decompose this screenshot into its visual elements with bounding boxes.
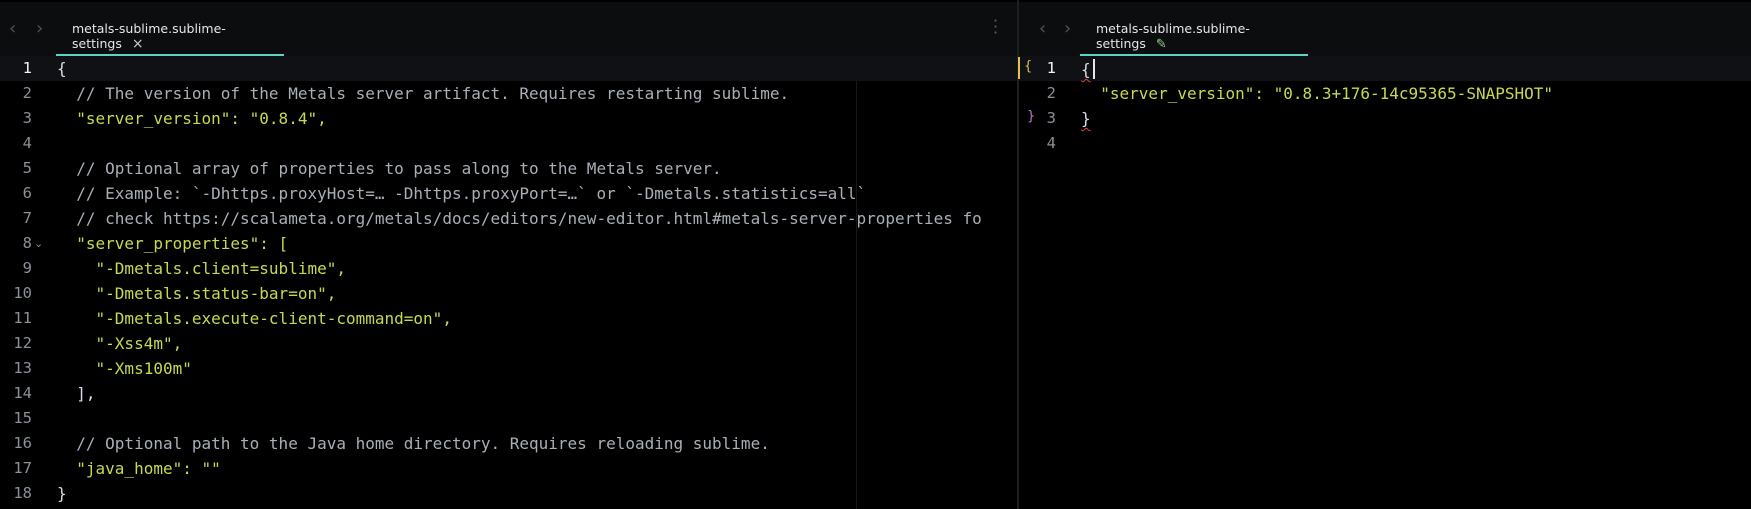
code-text: "server_version": "0.8.3+176-14c95365-SN… xyxy=(1081,84,1554,103)
code-line[interactable]: 18 } xyxy=(0,481,1017,506)
code-text: "-Dmetals.status-bar=on", xyxy=(57,284,337,303)
code-line[interactable]: 5 // Optional array of properties to pas… xyxy=(0,156,1017,181)
right-editor-pane: ‹ › metals-sublime.sublime-settings ✎ { 1… xyxy=(1019,0,1751,509)
code-text: } xyxy=(1081,109,1091,128)
line-number: 2 xyxy=(22,84,32,102)
line-number: 9 xyxy=(22,259,32,277)
line-number: 12 xyxy=(13,334,32,352)
code-line[interactable]: 1 { xyxy=(0,56,1017,81)
code-text: } xyxy=(57,484,67,503)
code-line[interactable]: 14 ], xyxy=(0,381,1017,406)
tab-title: metals-sublime.sublime-settings xyxy=(1096,21,1250,51)
line-number: 4 xyxy=(22,134,32,152)
left-tab-settings[interactable]: metals-sublime.sublime-settings × xyxy=(56,2,284,56)
code-line[interactable]: 17 "java_home": "" xyxy=(0,456,1017,481)
pencil-icon: ✎ xyxy=(1155,37,1167,52)
code-line[interactable]: 6 // Example: `-Dhttps.proxyHost=… -Dhtt… xyxy=(0,181,1017,206)
code-text: { xyxy=(57,59,67,78)
text-cursor xyxy=(1092,59,1095,79)
line-number: 11 xyxy=(13,309,32,327)
code-text: // Optional path to the Java home direct… xyxy=(57,434,770,453)
modified-line-marker xyxy=(1018,57,1020,79)
right-tab-settings[interactable]: metals-sublime.sublime-settings ✎ xyxy=(1080,2,1308,56)
code-line[interactable]: 7 // check https://scalameta.org/metals/… xyxy=(0,206,1017,231)
line-number: 6 xyxy=(22,184,32,202)
nav-forward-icon[interactable]: › xyxy=(36,18,43,39)
line-number: 15 xyxy=(13,409,32,427)
pane-menu-icon[interactable]: · · · xyxy=(993,13,998,41)
code-line[interactable]: 8 ⌄ "server_properties": [ xyxy=(0,231,1017,256)
code-text: ], xyxy=(57,384,96,403)
code-text: // check https://scalameta.org/metals/do… xyxy=(57,209,982,228)
code-line[interactable]: 15 xyxy=(0,406,1017,431)
code-text: // Example: `-Dhttps.proxyHost=… -Dhttps… xyxy=(57,184,867,203)
code-line[interactable]: 2 "server_version": "0.8.3+176-14c95365-… xyxy=(1019,81,1751,106)
line-number: 13 xyxy=(13,359,32,377)
line-number: 18 xyxy=(13,484,32,502)
code-text: // The version of the Metals server arti… xyxy=(57,84,790,103)
nav-back-icon[interactable]: ‹ xyxy=(9,18,16,39)
code-line[interactable]: 2 // The version of the Metals server ar… xyxy=(0,81,1017,106)
code-line[interactable]: 11 "-Dmetals.execute-client-command=on", xyxy=(0,306,1017,331)
code-text: "-Dmetals.client=sublime", xyxy=(57,259,346,278)
line-number: 7 xyxy=(22,209,32,227)
tab-title: metals-sublime.sublime-settings xyxy=(72,21,226,51)
line-number: 3 xyxy=(22,109,32,127)
code-text: "java_home": "" xyxy=(57,459,221,478)
line-number: 3 xyxy=(1046,109,1056,127)
code-text: "-Xss4m", xyxy=(57,334,183,353)
left-editor-pane: ‹ › metals-sublime.sublime-settings × · · ·… xyxy=(0,0,1017,509)
left-tab-bar: ‹ › metals-sublime.sublime-settings × · · · xyxy=(0,2,1017,56)
line-number: 1 xyxy=(22,59,32,77)
code-line[interactable]: 16 // Optional path to the Java home dir… xyxy=(0,431,1017,456)
code-line[interactable]: 13 "-Xms100m" xyxy=(0,356,1017,381)
tab-close-icon[interactable]: × xyxy=(132,36,144,52)
line-number: 10 xyxy=(13,284,32,302)
code-line[interactable]: { 1 { xyxy=(1019,56,1751,81)
line-number: 5 xyxy=(22,159,32,177)
fold-chevron-icon[interactable]: ⌄ xyxy=(34,237,43,250)
line-number: 8 xyxy=(22,234,32,252)
line-number: 16 xyxy=(13,434,32,452)
right-tab-bar: ‹ › metals-sublime.sublime-settings ✎ xyxy=(1019,2,1751,56)
code-line[interactable]: 4 xyxy=(1019,131,1751,156)
code-line[interactable]: } 3 } xyxy=(1019,106,1751,131)
code-line[interactable]: 3 "server_version": "0.8.4", xyxy=(0,106,1017,131)
line-number: 4 xyxy=(1046,134,1056,152)
code-text: "server_version": "0.8.4", xyxy=(57,109,327,128)
nav-forward-icon[interactable]: › xyxy=(1064,18,1071,39)
code-line[interactable]: 9 "-Dmetals.client=sublime", xyxy=(0,256,1017,281)
code-line[interactable]: 10 "-Dmetals.status-bar=on", xyxy=(0,281,1017,306)
line-number: 14 xyxy=(13,384,32,402)
code-line[interactable]: 12 "-Xss4m", xyxy=(0,331,1017,356)
line-number: 1 xyxy=(1046,59,1056,77)
code-text: // Optional array of properties to pass … xyxy=(57,159,722,178)
code-text: { xyxy=(1081,59,1095,80)
code-line[interactable]: 4 xyxy=(0,131,1017,156)
line-number: 2 xyxy=(1046,84,1056,102)
code-text: "-Xms100m" xyxy=(57,359,192,378)
line-number: 17 xyxy=(13,459,32,477)
code-text: "-Dmetals.execute-client-command=on", xyxy=(57,309,452,328)
nav-back-icon[interactable]: ‹ xyxy=(1039,18,1046,39)
code-text: "server_properties": [ xyxy=(57,234,289,253)
